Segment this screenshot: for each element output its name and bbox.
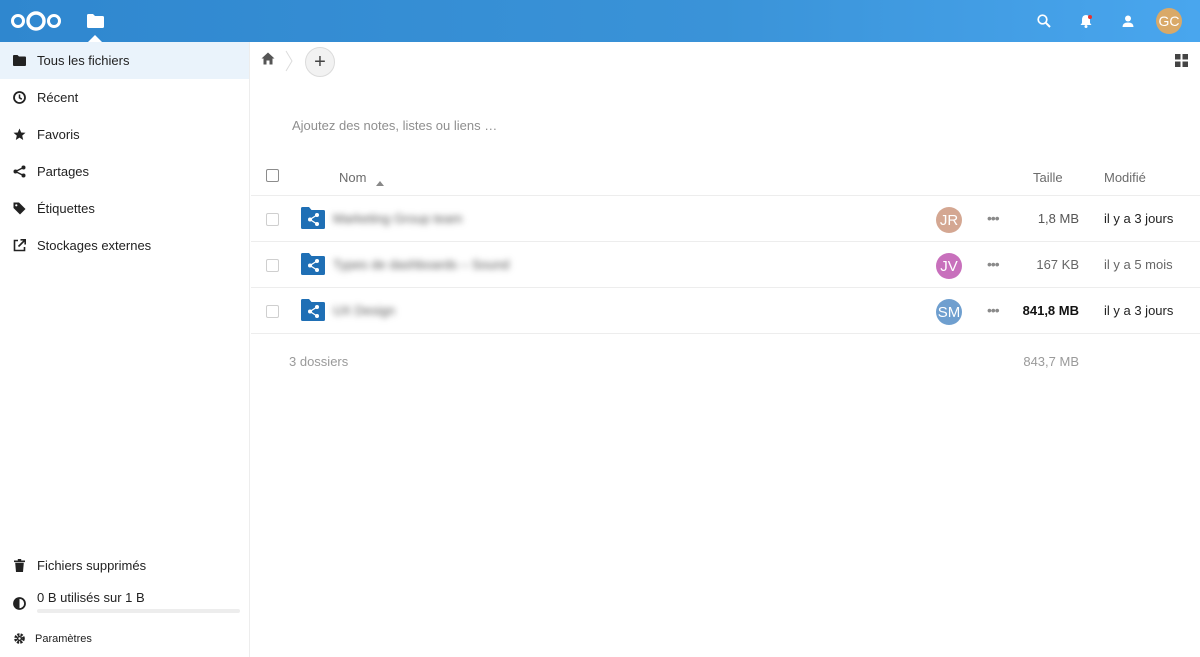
active-app-indicator — [88, 35, 102, 42]
shared-folder-icon[interactable] — [301, 253, 325, 275]
sidebar-item-label: Stockages externes — [37, 238, 152, 253]
trash-icon — [12, 559, 26, 573]
grid-view-icon[interactable] — [1175, 54, 1188, 67]
contacts-icon[interactable] — [1118, 11, 1138, 31]
home-icon[interactable] — [261, 52, 277, 68]
top-header: GC — [0, 0, 1200, 42]
share-avatar[interactable]: SM — [936, 299, 962, 325]
quota-label: 0 B utilisés sur 1 B — [37, 590, 145, 605]
tag-icon — [12, 202, 26, 216]
file-table-header: Nom Taille Modifié — [251, 158, 1200, 196]
row-checkbox[interactable] — [266, 213, 279, 226]
more-actions-icon[interactable]: ••• — [987, 256, 1001, 272]
sidebar-item-label: Paramètres — [35, 632, 92, 645]
share-avatar[interactable]: JV — [936, 253, 962, 279]
external-link-icon — [12, 239, 26, 253]
sidebar-item-settings[interactable]: Paramètres — [0, 620, 249, 657]
sort-ascending-icon[interactable] — [376, 174, 384, 189]
sidebar-item-recent[interactable]: Récent — [0, 79, 249, 116]
sidebar-item-favorites[interactable]: Favoris — [0, 116, 249, 153]
file-name[interactable]: Types de dashboards – Sound — [333, 257, 509, 272]
row-checkbox[interactable] — [266, 259, 279, 272]
file-modified: il y a 3 jours — [1104, 211, 1174, 226]
notifications-icon[interactable] — [1076, 11, 1096, 31]
star-icon — [12, 128, 26, 142]
file-name[interactable]: UX Design — [333, 303, 395, 318]
user-avatar[interactable]: GC — [1156, 8, 1182, 34]
file-size: 1,8 MB — [1037, 211, 1079, 226]
row-checkbox[interactable] — [266, 305, 279, 318]
sidebar-item-label: Tous les fichiers — [37, 53, 130, 68]
folder-icon — [12, 54, 26, 68]
more-actions-icon[interactable]: ••• — [987, 210, 1001, 226]
select-all-checkbox[interactable] — [266, 169, 279, 182]
shared-folder-icon[interactable] — [301, 299, 325, 321]
files-app-icon[interactable] — [80, 6, 110, 36]
logo-icon[interactable] — [10, 9, 62, 33]
file-modified: il y a 5 mois — [1104, 257, 1173, 272]
sidebar-item-shares[interactable]: Partages — [0, 153, 249, 190]
sidebar-item-label: Étiquettes — [37, 201, 95, 216]
sidebar-item-label: Récent — [37, 90, 79, 105]
file-size: 841,8 MB — [1022, 303, 1079, 318]
sidebar: Tous les fichiers Récent Favoris Partage… — [0, 42, 250, 657]
clock-icon — [12, 91, 26, 105]
share-icon — [12, 165, 26, 179]
file-size: 167 KB — [1036, 257, 1079, 272]
search-icon[interactable] — [1034, 11, 1054, 31]
shared-folder-icon[interactable] — [301, 207, 325, 229]
table-row[interactable]: UX Design SM ••• 841,8 MB il y a 3 jours — [251, 288, 1200, 334]
file-name[interactable]: Marketing Group team — [333, 211, 462, 226]
column-size-header[interactable]: Taille — [1033, 170, 1063, 185]
sidebar-item-tags[interactable]: Étiquettes — [0, 190, 249, 227]
add-new-button[interactable]: + — [305, 47, 335, 77]
file-modified: il y a 3 jours — [1104, 303, 1174, 318]
column-name-header[interactable]: Nom — [339, 170, 366, 185]
share-avatar[interactable]: JR — [936, 207, 962, 233]
quota-pie-icon — [12, 596, 26, 610]
table-row[interactable]: Types de dashboards – Sound JV ••• 167 K… — [251, 242, 1200, 288]
notes-input[interactable]: Ajoutez des notes, listes ou liens … — [292, 118, 497, 133]
sidebar-item-all-files[interactable]: Tous les fichiers — [0, 42, 249, 79]
sidebar-item-label: Partages — [37, 164, 90, 179]
table-row[interactable]: Marketing Group team JR ••• 1,8 MB il y … — [251, 196, 1200, 242]
folder-count-summary: 3 dossiers — [289, 354, 349, 369]
total-size-summary: 843,7 MB — [1023, 354, 1079, 369]
quota-progress-bar — [37, 609, 240, 613]
more-actions-icon[interactable]: ••• — [987, 302, 1001, 318]
gear-icon — [12, 632, 26, 646]
sidebar-item-label: Fichiers supprimés — [37, 558, 147, 573]
breadcrumb-separator — [284, 49, 294, 73]
sidebar-item-label: Favoris — [37, 127, 80, 142]
column-modified-header[interactable]: Modifié — [1104, 170, 1146, 185]
sidebar-item-trash[interactable]: Fichiers supprimés — [0, 547, 249, 584]
sidebar-item-external-storage[interactable]: Stockages externes — [0, 227, 249, 264]
